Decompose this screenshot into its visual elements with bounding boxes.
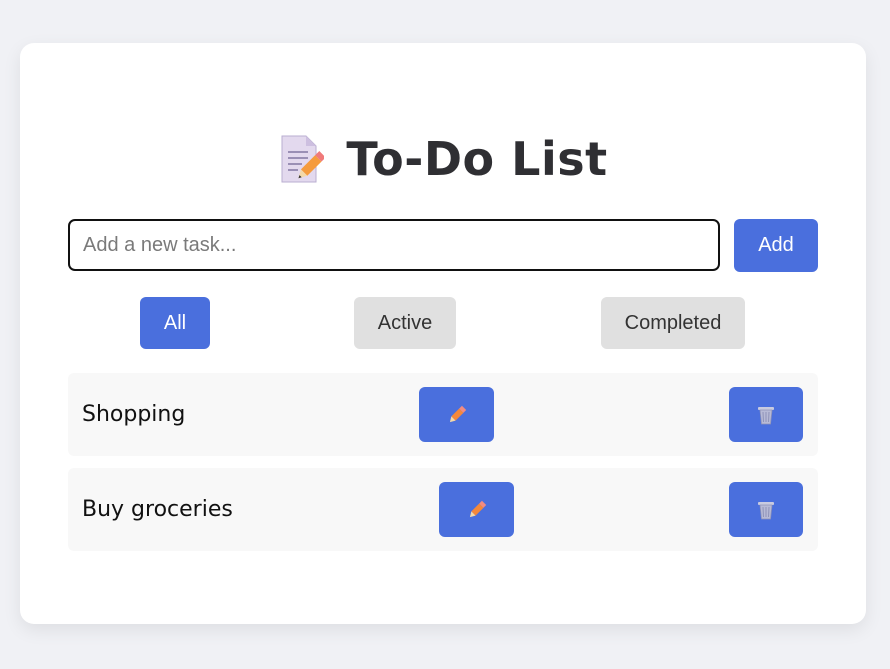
- task-text: Buy groceries: [82, 497, 233, 522]
- filter-active-button[interactable]: Active: [354, 297, 456, 349]
- edit-task-button[interactable]: [439, 482, 514, 537]
- add-button-label: Add: [758, 234, 794, 256]
- task-item: Buy groceries: [68, 468, 818, 551]
- delete-task-button[interactable]: [729, 482, 803, 537]
- filter-all-button[interactable]: All: [140, 297, 210, 349]
- memo-icon: [278, 134, 327, 184]
- filter-completed-button[interactable]: Completed: [601, 297, 745, 349]
- page-title: To-Do List: [346, 132, 608, 186]
- edit-task-button[interactable]: [419, 387, 494, 442]
- new-task-input[interactable]: [68, 219, 720, 271]
- header: To-Do List: [20, 131, 866, 187]
- filter-completed-label: Completed: [624, 311, 722, 334]
- trash-icon: [755, 499, 777, 521]
- filter-active-label: Active: [377, 311, 433, 334]
- pencil-icon: [446, 404, 468, 426]
- filter-all-label: All: [163, 311, 187, 334]
- task-text: Shopping: [82, 402, 186, 427]
- todo-card: To-Do List Add All Active Completed Shop…: [20, 43, 866, 624]
- task-item: Shopping: [68, 373, 818, 456]
- delete-task-button[interactable]: [729, 387, 803, 442]
- pencil-icon: [466, 499, 488, 521]
- add-task-button[interactable]: Add: [734, 219, 818, 272]
- trash-icon: [755, 404, 777, 426]
